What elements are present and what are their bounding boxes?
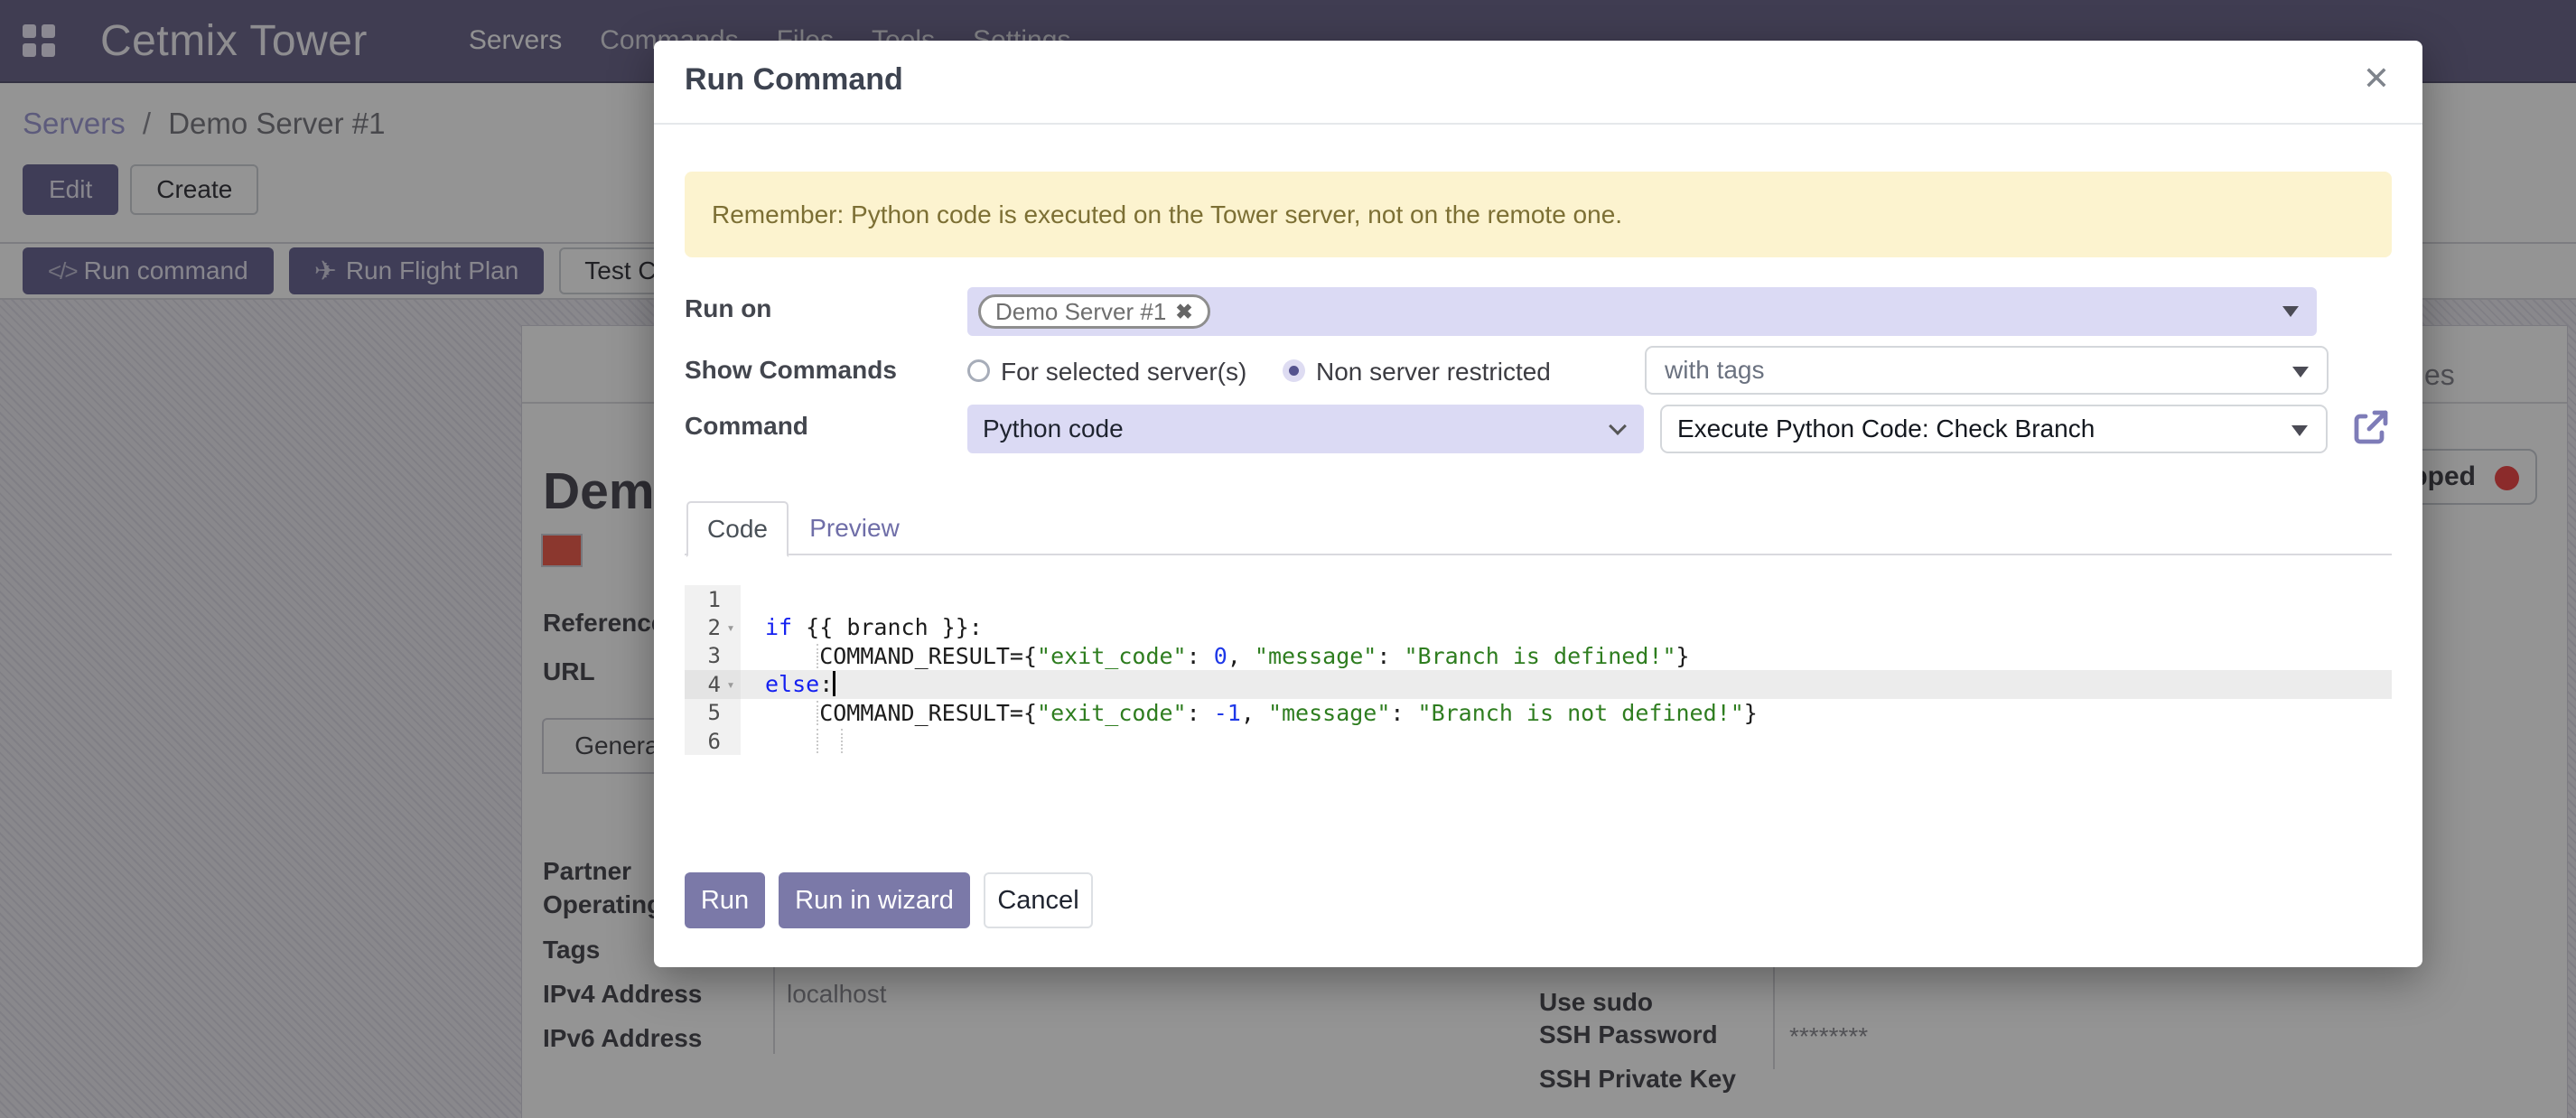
code-token-number: 0 (1214, 643, 1227, 669)
python-warning-alert: Remember: Python code is executed on the… (685, 172, 2392, 257)
code-token-plain: : (1377, 643, 1404, 669)
code-token-string: "message" (1268, 700, 1390, 726)
external-link-icon[interactable] (2349, 405, 2393, 449)
gutter-line-6[interactable]: 6 (685, 727, 741, 755)
fold-arrow-icon[interactable]: ▾ (721, 620, 741, 636)
run-on-select[interactable]: Demo Server #1 ✖ (967, 287, 2317, 336)
run-command-modal: Run Command ✕ Remember: Python code is e… (654, 41, 2422, 967)
command-select-value: Execute Python Code: Check Branch (1662, 415, 2095, 443)
editor-lines: if {{ branch }}: COMMAND_RESULT={"exit_c… (741, 585, 2392, 755)
code-token-string: "message" (1255, 643, 1377, 669)
gutter-line-5[interactable]: 5 (685, 699, 741, 727)
run-in-wizard-button[interactable]: Run in wizard (779, 872, 970, 928)
code-editor[interactable]: 12▾34▾56 if {{ branch }}: COMMAND_RESULT… (685, 585, 2392, 755)
tag-remove-icon[interactable]: ✖ (1175, 300, 1192, 324)
code-token-keyword: else (765, 671, 819, 697)
radio-for-selected-servers-label[interactable]: For selected server(s) (1001, 358, 1246, 387)
code-token-plain: } (1676, 643, 1690, 669)
gutter-line-3[interactable]: 3 (685, 642, 741, 670)
indent-guide (817, 701, 818, 725)
code-token-plain: : (819, 671, 833, 697)
command-label: Command (685, 412, 808, 441)
code-token-plain: : (1390, 700, 1417, 726)
run-button[interactable]: Run (685, 872, 765, 928)
code-token-plain: } (1744, 700, 1758, 726)
code-token-plain: : (1187, 643, 1214, 669)
code-line-5[interactable]: COMMAND_RESULT={"exit_code": -1, "messag… (741, 699, 2392, 727)
tab-preview[interactable]: Preview (791, 501, 918, 555)
command-type-select[interactable]: Python code (967, 405, 1644, 453)
command-select[interactable]: Execute Python Code: Check Branch (1660, 405, 2328, 453)
code-token-string: "exit_code" (1037, 700, 1187, 726)
modal-title: Run Command (685, 62, 903, 98)
caret-down-icon (2282, 306, 2299, 317)
modal-footer: Run Run in wizard Cancel (685, 872, 1093, 928)
close-icon[interactable]: ✕ (2363, 62, 2390, 95)
code-token-plain: {{ branch }}: (792, 614, 983, 640)
screen: Cetmix Tower Servers Commands Files Tool… (0, 0, 2576, 1118)
code-line-1[interactable] (741, 585, 2392, 613)
code-token-plain: , (1241, 700, 1268, 726)
caret-down-icon (2292, 367, 2309, 377)
cancel-button[interactable]: Cancel (984, 872, 1093, 928)
server-tag[interactable]: Demo Server #1 ✖ (978, 294, 1210, 329)
fold-arrow-icon[interactable]: ▾ (721, 676, 741, 693)
text-cursor (833, 671, 835, 696)
server-tag-label: Demo Server #1 (995, 298, 1166, 326)
radio-for-selected-servers[interactable] (967, 359, 990, 382)
chevron-down-icon (1609, 417, 1627, 435)
tags-filter-placeholder: with tags (1647, 356, 1765, 385)
editor-gutter: 12▾34▾56 (685, 585, 741, 755)
gutter-line-4[interactable]: 4▾ (685, 670, 741, 698)
indent-guide (817, 644, 818, 668)
caret-down-icon (2291, 425, 2308, 436)
code-token-keyword: if (765, 614, 792, 640)
indent-guide (817, 729, 818, 753)
radio-non-server-restricted-label[interactable]: Non server restricted (1316, 358, 1551, 387)
modal-header: Run Command ✕ (654, 41, 2422, 125)
indent-guide (841, 729, 843, 753)
code-token-plain: : (1187, 700, 1214, 726)
code-line-6[interactable] (741, 727, 2392, 755)
code-token-plain: COMMAND_RESULT={ (765, 643, 1037, 669)
code-token-string: "exit_code" (1037, 643, 1187, 669)
code-token-number: -1 (1214, 700, 1241, 726)
command-type-value: Python code (967, 415, 1124, 443)
radio-non-server-restricted[interactable] (1283, 359, 1305, 382)
code-token-string: "Branch is not defined!" (1418, 700, 1744, 726)
code-token-string: "Branch is defined!" (1404, 643, 1675, 669)
gutter-line-1[interactable]: 1 (685, 585, 741, 613)
gutter-line-2[interactable]: 2▾ (685, 613, 741, 641)
code-line-2[interactable]: if {{ branch }}: (741, 613, 2392, 641)
run-on-label: Run on (685, 294, 771, 323)
code-line-3[interactable]: COMMAND_RESULT={"exit_code": 0, "message… (741, 642, 2392, 670)
tab-code[interactable]: Code (686, 501, 789, 557)
notebook-tabs: Code Preview (685, 501, 2392, 555)
code-token-plain: COMMAND_RESULT={ (765, 700, 1037, 726)
tags-filter-select[interactable]: with tags (1645, 346, 2329, 395)
python-warning-text: Remember: Python code is executed on the… (712, 200, 1622, 229)
code-token-plain: , (1227, 643, 1255, 669)
code-line-4[interactable]: else: (741, 670, 2392, 698)
show-commands-label: Show Commands (685, 356, 897, 385)
